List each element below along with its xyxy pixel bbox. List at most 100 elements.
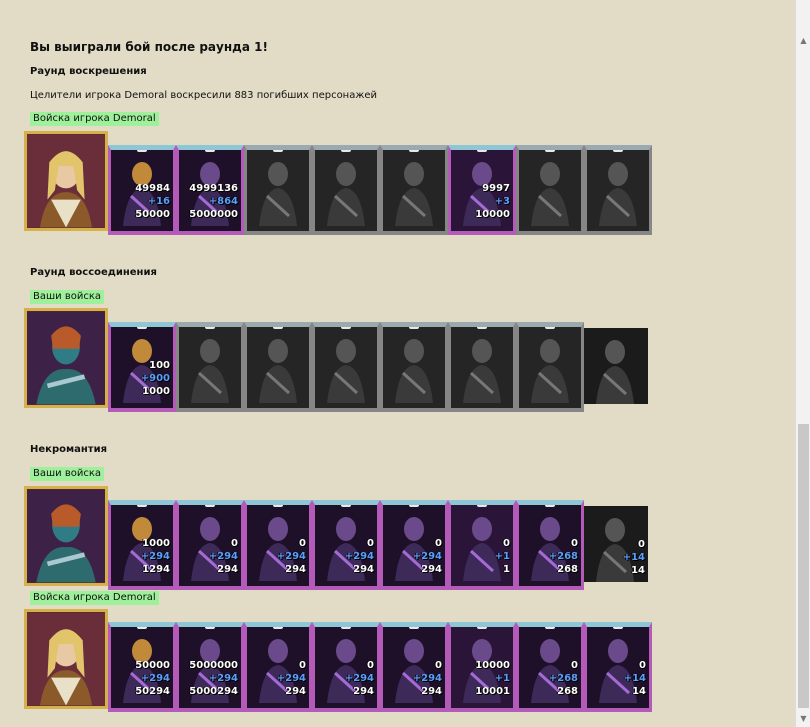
skull-icon bbox=[341, 327, 351, 329]
unit-count-n2: +294 bbox=[276, 673, 306, 684]
unit-card[interactable]: 0 +294 294 bbox=[244, 622, 312, 712]
unit-count-n2: +16 bbox=[147, 196, 170, 207]
unit-card[interactable] bbox=[312, 145, 380, 235]
unit-card[interactable]: 4999136 +864 5000000 bbox=[176, 145, 244, 235]
skull-icon bbox=[137, 627, 147, 629]
unit-card[interactable] bbox=[584, 145, 652, 235]
unit-count-n1: 9997 bbox=[482, 183, 510, 194]
unit-card[interactable]: 0 +268 268 bbox=[516, 622, 584, 712]
unit-count-n2: +864 bbox=[208, 196, 238, 207]
unit-card[interactable]: 9997 +3 10000 bbox=[448, 145, 516, 235]
unit-count-n3: 294 bbox=[353, 564, 374, 575]
unit-card[interactable] bbox=[312, 322, 380, 412]
skull-icon bbox=[613, 627, 623, 629]
own-hero-portrait-1[interactable] bbox=[24, 308, 108, 408]
scroll-thumb[interactable] bbox=[798, 424, 809, 708]
unit-count-n2: +294 bbox=[208, 551, 238, 562]
skull-icon bbox=[273, 150, 283, 152]
unit-card[interactable] bbox=[584, 328, 648, 404]
unit-count-n3: 1000 bbox=[142, 386, 170, 397]
unit-count-n3: 294 bbox=[217, 564, 238, 575]
vertical-scrollbar[interactable]: ▲ ▼ bbox=[795, 0, 810, 727]
unit-count-n1: 0 bbox=[435, 660, 442, 671]
unit-card[interactable] bbox=[448, 322, 516, 412]
scroll-up-icon[interactable]: ▲ bbox=[796, 32, 810, 49]
unit-card[interactable] bbox=[380, 145, 448, 235]
unit-card[interactable]: 5000000 +294 5000294 bbox=[176, 622, 244, 712]
unit-count-n1: 100 bbox=[149, 360, 170, 371]
skull-icon bbox=[477, 150, 487, 152]
resurrection-description: Целители игрока Demoral воскресили 883 п… bbox=[30, 90, 378, 101]
unit-portrait-icon bbox=[596, 340, 634, 404]
unit-count-n3: 294 bbox=[353, 686, 374, 697]
unit-card[interactable]: 0 +294 294 bbox=[244, 500, 312, 590]
unit-count-n3: 1294 bbox=[142, 564, 170, 575]
own-hero-portrait-2[interactable] bbox=[24, 486, 108, 586]
unit-portrait-icon bbox=[463, 339, 501, 403]
unit-count-n1: 0 bbox=[571, 538, 578, 549]
hero-portrait-icon bbox=[27, 489, 105, 583]
unit-count-n1: 0 bbox=[299, 538, 306, 549]
unit-card[interactable]: 1000 +294 1294 bbox=[108, 500, 176, 590]
scroll-down-icon[interactable]: ▼ bbox=[796, 710, 810, 727]
unit-card[interactable]: 100 +900 1000 bbox=[108, 322, 176, 412]
unit-count-n1: 49984 bbox=[135, 183, 170, 194]
enemy-hero-portrait-2[interactable] bbox=[24, 609, 108, 709]
unit-portrait-icon bbox=[599, 162, 637, 226]
enemy-troops-tag: Войска игрока Demoral bbox=[30, 112, 159, 126]
unit-card[interactable] bbox=[516, 145, 584, 235]
unit-card[interactable]: 0 +294 294 bbox=[380, 622, 448, 712]
unit-count-n3: 50294 bbox=[135, 686, 170, 697]
unit-count-n1: 0 bbox=[231, 538, 238, 549]
unit-count-n1: 5000000 bbox=[189, 660, 238, 671]
unit-count-n2: +294 bbox=[140, 673, 170, 684]
unit-card[interactable]: 50000 +294 50294 bbox=[108, 622, 176, 712]
skull-icon bbox=[205, 505, 215, 507]
hero-portrait-icon bbox=[27, 134, 105, 228]
skull-icon bbox=[409, 327, 419, 329]
unit-count-n2: +294 bbox=[412, 551, 442, 562]
unit-card[interactable] bbox=[516, 322, 584, 412]
unit-portrait-icon bbox=[191, 339, 229, 403]
unit-count-n3: 5000000 bbox=[189, 209, 238, 220]
unit-card[interactable]: 0 +294 294 bbox=[176, 500, 244, 590]
unit-card[interactable]: 0 +14 14 bbox=[584, 622, 652, 712]
unit-card[interactable]: 0 +1 1 bbox=[448, 500, 516, 590]
unit-card[interactable] bbox=[176, 322, 244, 412]
unit-card[interactable] bbox=[380, 322, 448, 412]
skull-icon bbox=[409, 505, 419, 507]
unit-card[interactable] bbox=[244, 322, 312, 412]
unit-count-n2: +294 bbox=[344, 673, 374, 684]
skull-icon bbox=[613, 150, 623, 152]
unit-card[interactable]: 0 +294 294 bbox=[312, 622, 380, 712]
hero-portrait-icon bbox=[27, 311, 105, 405]
unit-count-n1: 4999136 bbox=[189, 183, 238, 194]
unit-count-n3: 14 bbox=[631, 565, 645, 576]
unit-count-n2: +268 bbox=[548, 551, 578, 562]
unit-portrait-icon bbox=[531, 162, 569, 226]
unit-count-n2: +268 bbox=[548, 673, 578, 684]
unit-count-n3: 10001 bbox=[475, 686, 510, 697]
unit-count-n3: 268 bbox=[557, 686, 578, 697]
enemy-troops-tag-2: Войска игрока Demoral bbox=[30, 591, 159, 605]
unit-count-n3: 10000 bbox=[475, 209, 510, 220]
unit-card[interactable]: 0 +268 268 bbox=[516, 500, 584, 590]
unit-portrait-icon bbox=[395, 339, 433, 403]
unit-count-n1: 0 bbox=[367, 660, 374, 671]
unit-card[interactable]: 0 +294 294 bbox=[380, 500, 448, 590]
unit-card[interactable] bbox=[244, 145, 312, 235]
skull-icon bbox=[205, 327, 215, 329]
unit-portrait-icon bbox=[259, 339, 297, 403]
unit-card[interactable]: 10000 +1 10001 bbox=[448, 622, 516, 712]
skull-icon bbox=[205, 150, 215, 152]
skull-icon bbox=[273, 627, 283, 629]
own-troops-tag-2: Ваши войска bbox=[30, 467, 104, 481]
unit-count-n2: +3 bbox=[494, 196, 510, 207]
unit-card[interactable]: 0 +294 294 bbox=[312, 500, 380, 590]
unit-card[interactable]: 0 +14 14 bbox=[584, 506, 648, 582]
skull-icon bbox=[409, 150, 419, 152]
enemy-hero-portrait[interactable] bbox=[24, 131, 108, 231]
unit-count-n3: 1 bbox=[503, 564, 510, 575]
unit-card[interactable]: 49984 +16 50000 bbox=[108, 145, 176, 235]
skull-icon bbox=[545, 150, 555, 152]
